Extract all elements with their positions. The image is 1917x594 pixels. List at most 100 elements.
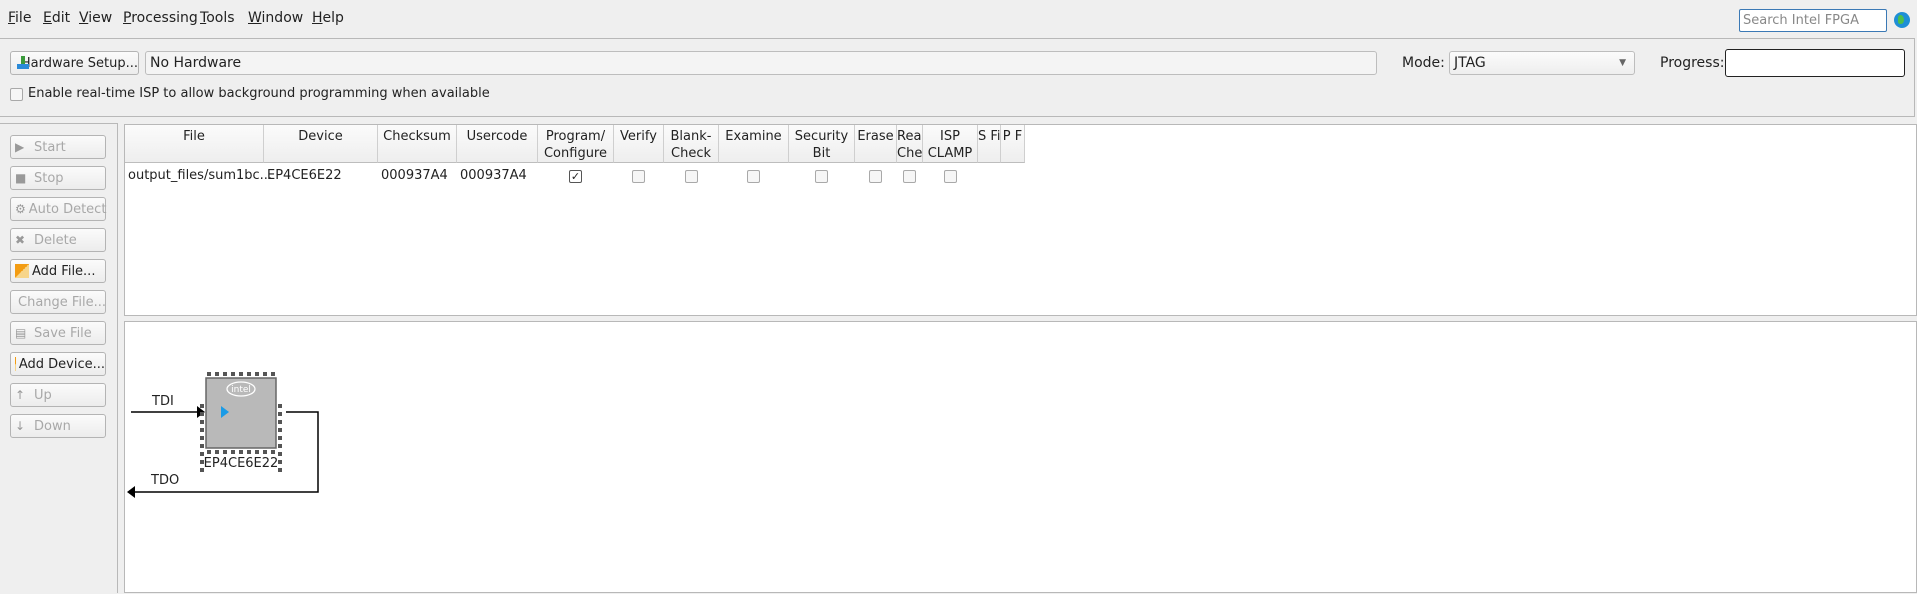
chip-pin — [200, 428, 204, 432]
isp-checkbox[interactable] — [10, 88, 23, 101]
hardware-field: No Hardware — [145, 51, 1377, 75]
chip-pin — [255, 372, 259, 376]
stop-button[interactable]: ■ Stop — [10, 166, 106, 190]
hardware-setup-button[interactable]: Hardware Setup... — [10, 51, 139, 75]
checkbox-verify[interactable] — [632, 170, 645, 183]
chip-pin — [247, 450, 251, 454]
add-device-icon — [15, 357, 16, 371]
chevron-down-icon: ▼ — [1619, 58, 1626, 68]
column-header[interactable]: Read Checks — [897, 125, 923, 163]
button-label: Auto Detect — [28, 201, 107, 217]
start-button[interactable]: ▶ Start — [10, 135, 106, 159]
chip-pin — [278, 404, 282, 408]
cell-device: EP4CE6E22 — [267, 168, 342, 183]
chip-pin — [263, 372, 267, 376]
column-header[interactable]: P F — [1001, 125, 1025, 163]
column-header[interactable]: Usercode — [457, 125, 538, 163]
cell-checksum: 000937A4 — [381, 168, 448, 183]
add-device-button[interactable]: Add Device... — [10, 352, 106, 376]
chip-pin — [278, 412, 282, 416]
progress-bar — [1725, 49, 1905, 77]
chip-pin — [231, 450, 235, 454]
checkbox-blank-check[interactable] — [684, 170, 698, 183]
chip-pin — [223, 450, 227, 454]
checkbox-read-checks[interactable] — [903, 170, 916, 183]
tdo-label: TDO — [151, 473, 180, 488]
tdo-arrow — [127, 486, 135, 498]
menu-window[interactable]: Window — [245, 5, 306, 31]
chip-pin — [255, 450, 259, 454]
column-header[interactable]: Blank- Check — [664, 125, 719, 163]
column-header[interactable]: Verify — [614, 125, 664, 163]
menu-help[interactable]: Help — [309, 5, 347, 31]
button-label: Add Device... — [18, 356, 105, 372]
down-icon: ↓ — [15, 419, 26, 433]
chip-pin — [263, 450, 267, 454]
column-header[interactable]: Checksum — [378, 125, 457, 163]
checkbox-program[interactable]: ✓ — [569, 170, 582, 183]
down-button[interactable]: ↓ Down — [10, 414, 106, 438]
chip-pin — [200, 444, 204, 448]
column-header[interactable]: Examine — [719, 125, 789, 163]
checkbox-security-bit[interactable] — [815, 170, 828, 183]
column-header[interactable]: Program/ Configure — [538, 125, 614, 163]
menu-file[interactable]: File — [5, 5, 34, 31]
chip-pin — [278, 420, 282, 424]
checkbox-examine[interactable] — [747, 170, 760, 183]
save-file-button[interactable]: ▤ Save File — [10, 321, 106, 345]
chip-pin — [215, 450, 219, 454]
chip-pin — [271, 372, 275, 376]
chip-pin — [239, 450, 243, 454]
globe-icon[interactable] — [1894, 12, 1910, 28]
chip-pin — [278, 444, 282, 448]
button-label: Up — [34, 387, 52, 403]
auto-detect-button[interactable]: ⚙ Auto Detect — [10, 197, 106, 221]
cell-file: output_files/sum1bc... — [128, 168, 273, 183]
checkbox-isp-clamp[interactable] — [943, 170, 957, 183]
auto-detect-icon: ⚙ — [15, 202, 26, 216]
chip-pin — [231, 372, 235, 376]
jtag-chain-diagram: intel TDI TDO EP4CE6E22 — [124, 321, 1917, 593]
checkbox-erase[interactable] — [869, 170, 882, 183]
stop-icon: ■ — [15, 171, 27, 185]
start-icon: ▶ — [15, 140, 25, 154]
column-header[interactable]: S Fi — [978, 125, 1001, 163]
chip-pin — [223, 372, 227, 376]
button-label: Change File... — [18, 294, 107, 310]
chip-pin — [207, 372, 211, 376]
column-header[interactable]: Device — [264, 125, 378, 163]
search-input[interactable]: Search Intel FPGA — [1739, 9, 1887, 32]
hardware-setup-label: Hardware Setup... — [20, 55, 138, 71]
chip-pin — [207, 450, 211, 454]
change-file-button[interactable]: Change File... — [10, 290, 106, 314]
column-header[interactable]: Security Bit — [789, 125, 855, 163]
up-button[interactable]: ↑ Up — [10, 383, 106, 407]
isp-checkbox-label: Enable real-time ISP to allow background… — [28, 86, 490, 101]
tdi-label: TDI — [152, 394, 174, 409]
column-header[interactable]: File — [125, 125, 264, 163]
button-label: Save File — [34, 325, 92, 341]
menu-view[interactable]: View — [76, 5, 115, 31]
delete-icon: ✖ — [15, 233, 26, 247]
device-label: EP4CE6E22 — [203, 456, 279, 471]
menu-tools[interactable]: Tools — [197, 5, 238, 31]
add-file-button[interactable]: Add File... — [10, 259, 106, 283]
chip-pin — [278, 428, 282, 432]
menu-processing[interactable]: Processing — [120, 5, 201, 31]
delete-button[interactable]: ✖ Delete — [10, 228, 106, 252]
button-label: Down — [34, 418, 71, 434]
progress-label: Progress: — [1660, 55, 1725, 71]
add-file-icon — [15, 264, 29, 278]
mode-value: JTAG — [1454, 55, 1486, 71]
chip-pin — [271, 450, 275, 454]
mode-label: Mode: — [1402, 55, 1445, 71]
column-header[interactable]: Erase — [855, 125, 897, 163]
button-label: Start — [34, 139, 66, 155]
button-label: Add File... — [32, 263, 96, 279]
column-header[interactable]: ISP CLAMP — [923, 125, 978, 163]
chip-pin — [200, 436, 204, 440]
chip-pin — [200, 420, 204, 424]
mode-select[interactable]: JTAG ▼ — [1449, 51, 1635, 75]
chip-pin — [215, 372, 219, 376]
menu-edit[interactable]: Edit — [40, 5, 73, 31]
